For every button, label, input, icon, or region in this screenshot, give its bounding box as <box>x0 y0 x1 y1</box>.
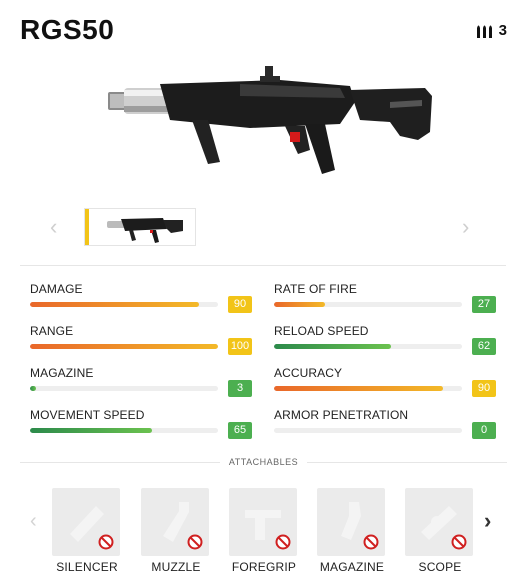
unavailable-icon <box>363 534 379 550</box>
weapon-thumbnail-icon <box>107 218 183 243</box>
stat-movement-speed: MOVEMENT SPEED 65 <box>30 408 252 448</box>
attachment-slot-silencer[interactable]: SILENCER <box>52 488 122 583</box>
stat-label: RELOAD SPEED <box>274 324 369 338</box>
stat-label: ARMOR PENETRATION <box>274 408 409 422</box>
stat-rate-of-fire: RATE OF FIRE 27 <box>274 282 496 322</box>
stat-label: RANGE <box>30 324 74 338</box>
stat-label: DAMAGE <box>30 282 83 296</box>
unavailable-icon <box>451 534 467 550</box>
attachment-slot-muzzle[interactable]: MUZZLE <box>141 488 211 583</box>
stat-value-badge: 65 <box>228 422 252 439</box>
stat-value-badge: 27 <box>472 296 496 313</box>
stat-magazine: MAGAZINE 3 <box>30 366 252 406</box>
stat-bar-track <box>274 386 462 391</box>
stat-value-badge: 0 <box>472 422 496 439</box>
selected-indicator <box>85 209 89 245</box>
chevron-right-icon[interactable]: › <box>484 508 491 534</box>
stat-bar-fill <box>274 344 391 349</box>
attachment-slot-magazine[interactable]: MAGAZINE <box>317 488 387 583</box>
attachment-label: SCOPE <box>418 560 462 574</box>
stat-value-badge: 90 <box>472 380 496 397</box>
stat-bar-track <box>274 344 462 349</box>
unavailable-icon <box>275 534 291 550</box>
unavailable-icon <box>98 534 114 550</box>
stat-bar-fill <box>30 344 218 349</box>
stat-bar-fill <box>274 302 325 307</box>
stat-value-badge: 100 <box>228 338 252 355</box>
stat-bar-track <box>274 302 462 307</box>
divider <box>20 265 506 266</box>
stat-bar-fill <box>30 428 153 433</box>
attachment-label: SILENCER <box>56 560 118 574</box>
attachment-label: MAGAZINE <box>319 560 385 574</box>
weapon-thumbnail-row: ‹ › <box>0 208 527 248</box>
stat-damage: DAMAGE 90 <box>30 282 252 322</box>
stat-value-badge: 62 <box>472 338 496 355</box>
ammo-indicator: 3 <box>476 22 507 39</box>
stat-range: RANGE 100 <box>30 324 252 364</box>
stat-label: ACCURACY <box>274 366 343 380</box>
weapon-name: RGS50 <box>20 14 115 45</box>
stat-bar-fill <box>274 386 444 391</box>
stat-value-badge: 90 <box>228 296 252 313</box>
attachment-label: MUZZLE <box>151 560 201 574</box>
stat-bar-fill <box>30 302 200 307</box>
stat-label: MAGAZINE <box>30 366 94 380</box>
attachment-slot-scope[interactable]: SCOPE <box>405 488 475 583</box>
stat-bar-track <box>30 302 218 307</box>
stat-bar-fill <box>30 386 36 391</box>
stat-accuracy: ACCURACY 90 <box>274 366 496 406</box>
chevron-left-icon[interactable]: ‹ <box>50 216 57 238</box>
unavailable-icon <box>187 534 203 550</box>
weapon-thumbnail[interactable] <box>84 208 196 246</box>
chevron-left-icon[interactable]: ‹ <box>30 510 37 533</box>
stat-bar-track <box>30 344 218 349</box>
attachment-slot-foregrip[interactable]: FOREGRIP <box>229 488 299 583</box>
weapon-image <box>108 66 432 174</box>
attachment-label: FOREGRIP <box>231 560 297 574</box>
stat-value-badge: 3 <box>228 380 252 397</box>
stats-panel: DAMAGE 90 RATE OF FIRE 27 RANGE 100 RELOAD SPE… <box>30 282 500 442</box>
attachables-row: ‹ SILENCER MUZZLE FOREGRIP MAGAZINE SCOP… <box>0 488 527 583</box>
stat-label: RATE OF FIRE <box>274 282 357 296</box>
stat-label: MOVEMENT SPEED <box>30 408 145 422</box>
ammo-count: 3 <box>498 22 507 39</box>
stat-armor-penetration: ARMOR PENETRATION 0 <box>274 408 496 448</box>
stat-bar-track <box>30 428 218 433</box>
stat-bar-track <box>30 386 218 391</box>
chevron-right-icon[interactable]: › <box>462 216 469 238</box>
attachables-heading: ATTACHABLES <box>228 457 299 467</box>
stat-reload-speed: RELOAD SPEED 62 <box>274 324 496 364</box>
bullets-icon <box>476 25 492 38</box>
stat-bar-track <box>274 428 462 433</box>
